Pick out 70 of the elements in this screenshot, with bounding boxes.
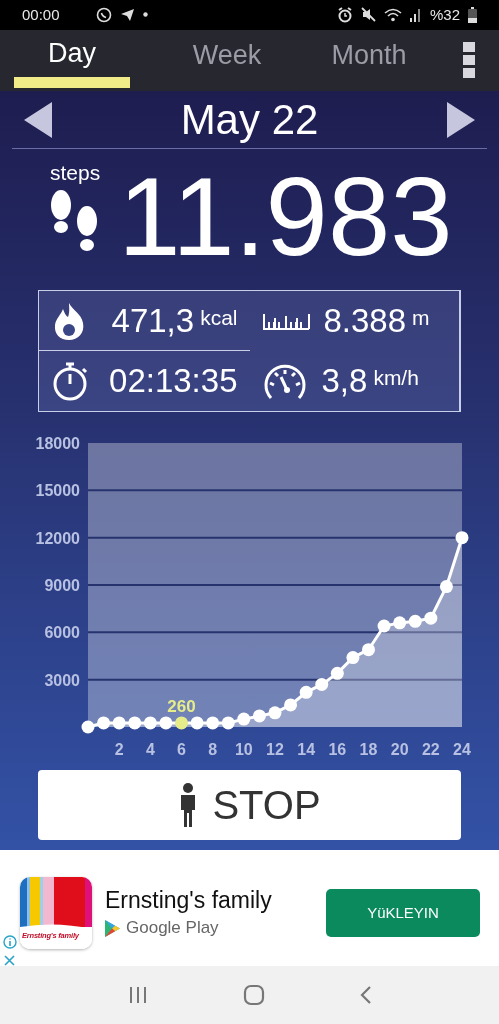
dot-icon — [142, 12, 148, 18]
home-icon[interactable] — [242, 983, 265, 1006]
tab[interactable]: Week — [156, 29, 298, 92]
stat-unit: m — [412, 306, 430, 331]
clock-time: 00:00 — [22, 6, 60, 24]
axis-label: 6 — [177, 741, 186, 759]
axis-label: 6000 — [44, 624, 80, 642]
axis-label: 8 — [208, 741, 218, 759]
info-icon[interactable] — [3, 934, 17, 949]
data-point[interactable] — [315, 678, 329, 691]
send-icon — [119, 7, 135, 22]
stop-button[interactable]: STOP — [38, 770, 461, 841]
axis-label: 24 — [453, 741, 471, 759]
close-icon[interactable] — [4, 954, 15, 966]
data-point[interactable] — [81, 720, 95, 734]
store-label: Google Play — [126, 918, 219, 939]
axis-label: 9000 — [44, 577, 80, 595]
axis-label: 20 — [390, 741, 409, 759]
axis-label: 2 — [114, 741, 124, 759]
gauge-icon — [261, 362, 308, 401]
chat-icon — [95, 6, 112, 23]
install-button[interactable]: YüKLEYIN — [326, 888, 480, 937]
signal-icon — [409, 7, 422, 22]
battery-icon — [468, 6, 477, 23]
date-label: May 22 — [179, 95, 320, 144]
data-point[interactable] — [330, 666, 344, 680]
data-point[interactable] — [455, 531, 469, 545]
stat-unit: kcal — [200, 305, 238, 330]
axis-label: 22 — [421, 741, 440, 759]
wifi-icon — [383, 7, 402, 22]
battery-percent: %32 — [429, 6, 460, 24]
tab[interactable]: Month — [298, 29, 440, 92]
recents-icon[interactable] — [127, 985, 148, 1004]
axis-label: 10 — [234, 741, 253, 759]
axis-label: 15000 — [35, 482, 80, 500]
play-triangle-icon — [105, 919, 120, 937]
data-point[interactable] — [377, 619, 391, 633]
mute-icon — [360, 7, 376, 23]
axis-label: 3000 — [44, 671, 80, 689]
data-point[interactable] — [206, 716, 220, 730]
data-point[interactable] — [97, 716, 111, 730]
steps-label: steps — [50, 161, 101, 186]
data-point[interactable] — [190, 716, 204, 730]
stat-value: 471,3 — [111, 301, 195, 340]
previous-arrow-icon[interactable] — [24, 101, 52, 138]
ruler-icon — [261, 312, 310, 331]
axis-label: 12000 — [35, 529, 80, 547]
axis-label: 4 — [145, 741, 155, 759]
data-point[interactable] — [221, 716, 235, 730]
stat-value: 3,8 — [321, 362, 368, 401]
menu-icon[interactable] — [463, 42, 475, 79]
axis-label: 18000 — [35, 435, 80, 453]
step-count: 11.983 — [118, 161, 453, 274]
axis-label: 12 — [266, 741, 284, 759]
axis-label: 14 — [297, 741, 316, 759]
back-icon[interactable] — [359, 984, 372, 1005]
stat-unit: km/h — [373, 366, 419, 391]
alarm-icon — [336, 6, 353, 23]
axis-label: 16 — [328, 741, 347, 759]
axis-label: 18 — [359, 741, 378, 759]
data-point[interactable] — [159, 716, 173, 730]
ad-title: Ernsting's family — [105, 887, 272, 915]
data-point[interactable] — [112, 716, 126, 730]
stat-value: 8.388 — [323, 302, 407, 341]
value-label: 260 — [167, 697, 196, 716]
stat-value: 02:13:35 — [109, 362, 238, 401]
next-arrow-icon[interactable] — [447, 101, 475, 138]
data-point[interactable] — [128, 716, 142, 730]
data-point[interactable] — [175, 716, 188, 730]
data-point[interactable] — [143, 716, 157, 730]
